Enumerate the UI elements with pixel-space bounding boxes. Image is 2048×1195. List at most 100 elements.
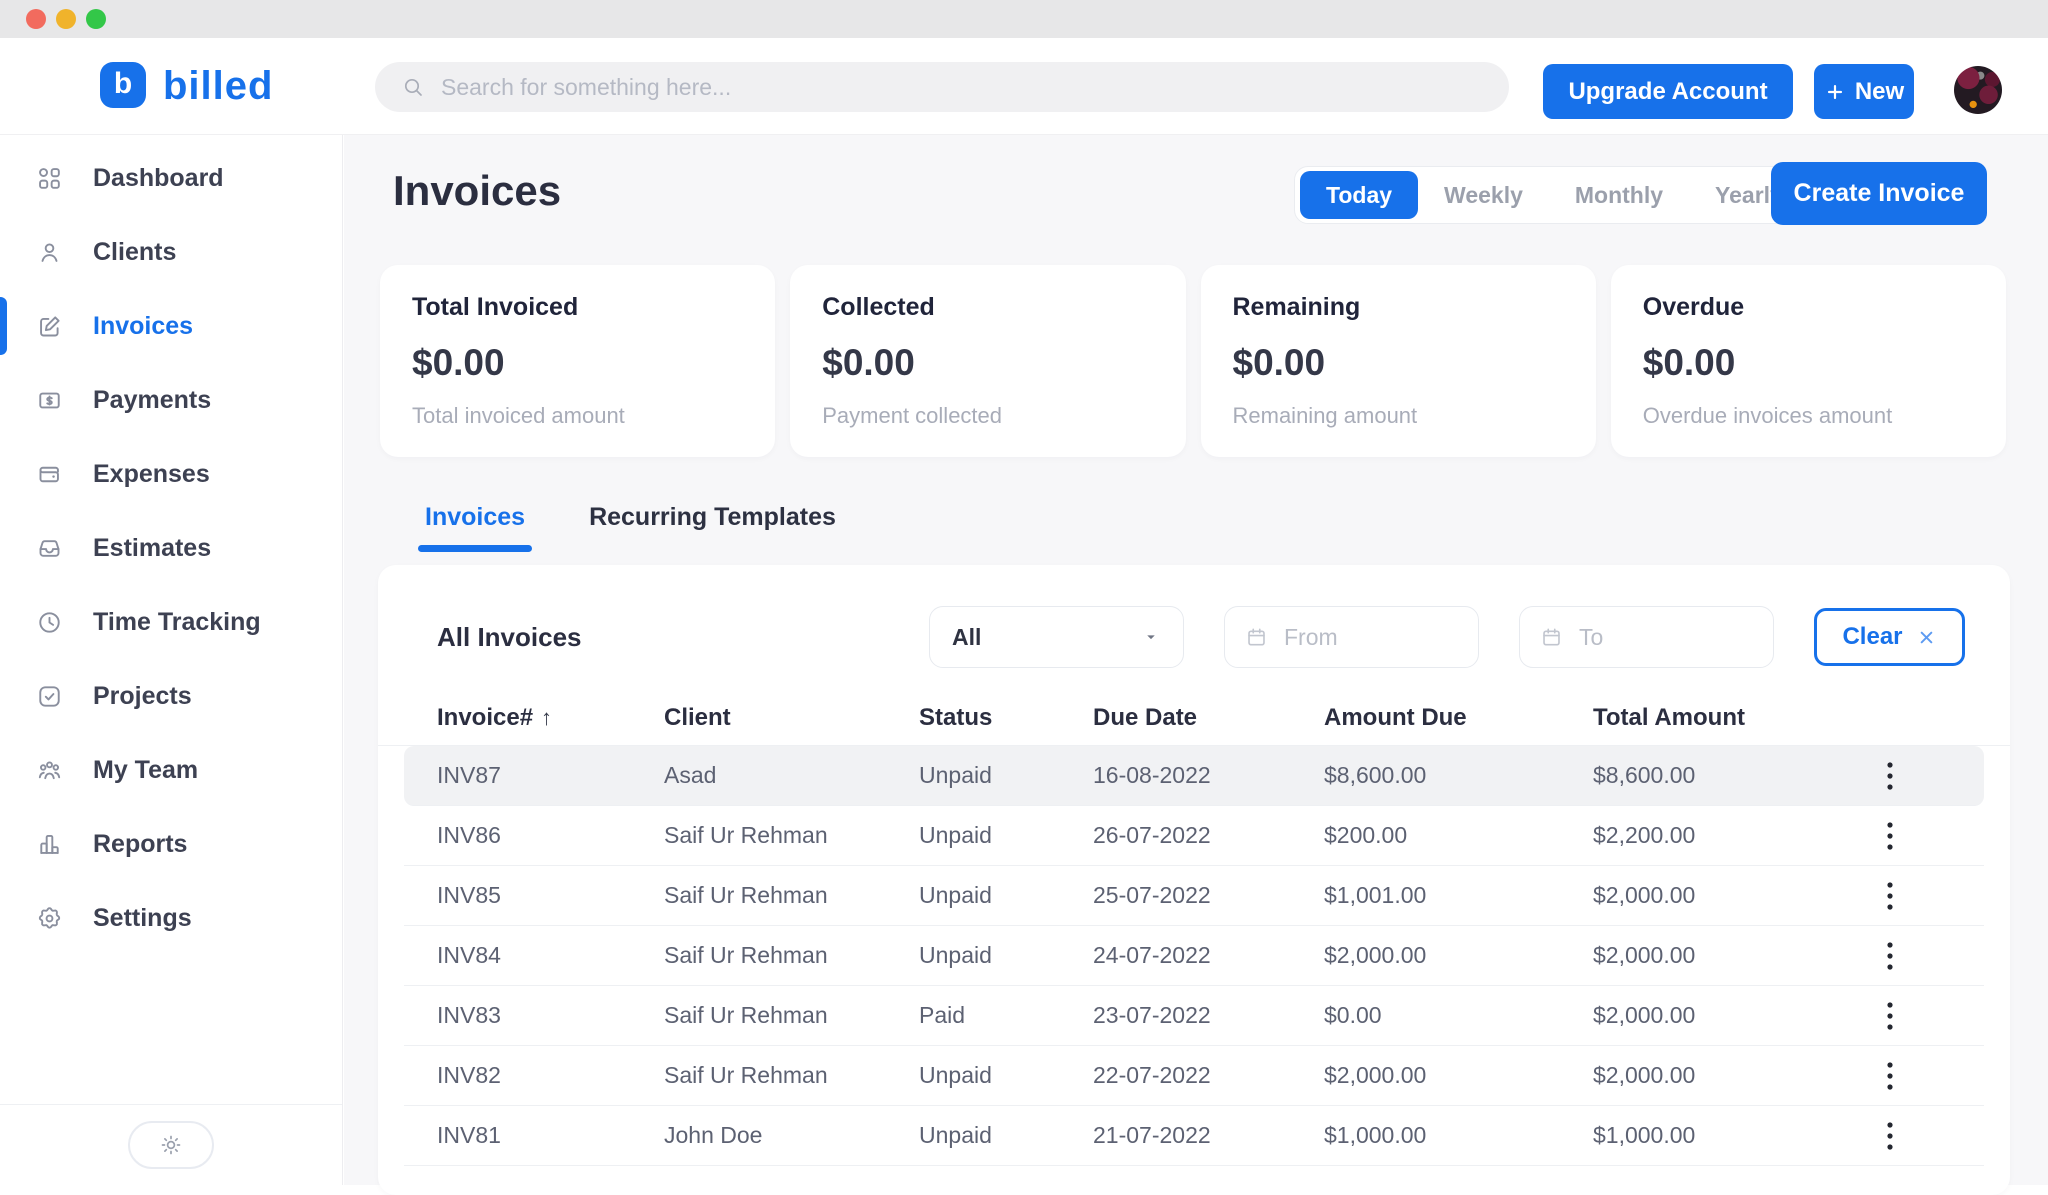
invoice-row-inv87[interactable]: INV87 Asad Unpaid 16-08-2022 $8,600.00 $… <box>404 746 1984 806</box>
invoice-row-inv86[interactable]: INV86 Saif Ur Rehman Unpaid 26-07-2022 $… <box>404 806 1984 866</box>
row-menu-button[interactable] <box>1870 1114 1910 1158</box>
user-avatar[interactable] <box>1954 66 2002 114</box>
sidebar-item-label: Payments <box>93 386 211 415</box>
tab-invoices[interactable]: Invoices <box>425 503 525 552</box>
status-filter-select[interactable]: All <box>929 606 1184 668</box>
new-button[interactable]: New <box>1814 64 1914 119</box>
invoice-row-inv84[interactable]: INV84 Saif Ur Rehman Unpaid 24-07-2022 $… <box>404 926 1984 986</box>
column-header-due-date[interactable]: Due Date <box>1093 704 1324 732</box>
stat-card-overdue: Overdue $0.00 Overdue invoices amount <box>1611 265 2006 457</box>
column-header-client[interactable]: Client <box>664 704 919 732</box>
row-menu-button[interactable] <box>1870 754 1910 798</box>
brand-wordmark: billed <box>163 64 273 109</box>
from-date-input[interactable] <box>1224 606 1479 668</box>
sidebar-item-invoices[interactable]: Invoices <box>0 289 342 363</box>
row-menu-button[interactable] <box>1870 934 1910 978</box>
sidebar-item-label: Dashboard <box>93 164 224 193</box>
cell-amount-due: $2,000.00 <box>1324 1062 1593 1089</box>
clock-icon <box>36 609 63 636</box>
app-logo[interactable]: b <box>100 62 146 108</box>
calendar-icon <box>1245 626 1268 649</box>
range-tab-weekly[interactable]: Weekly <box>1418 171 1549 219</box>
column-label: Status <box>919 704 992 731</box>
sidebar-item-dashboard[interactable]: Dashboard <box>0 141 342 215</box>
invoice-row-inv83[interactable]: INV83 Saif Ur Rehman Paid 23-07-2022 $0.… <box>404 986 1984 1046</box>
tab-label: Recurring Templates <box>589 503 836 531</box>
cell-total-amount: $2,000.00 <box>1593 1002 1815 1029</box>
cell-status: Unpaid <box>919 1122 1093 1149</box>
cell-total-amount: $1,000.00 <box>1593 1122 1815 1149</box>
cell-status: Unpaid <box>919 762 1093 789</box>
plus-icon <box>1824 81 1846 103</box>
from-date-field[interactable] <box>1284 624 1434 651</box>
kebab-icon <box>1886 1121 1894 1151</box>
sidebar-item-expenses[interactable]: Expenses <box>0 437 342 511</box>
clear-filters-button[interactable]: Clear <box>1814 608 1965 666</box>
column-header-total-amount[interactable]: Total Amount <box>1593 704 1815 732</box>
gear-icon <box>36 905 63 932</box>
column-label: Total Amount <box>1593 704 1745 731</box>
invoice-row-inv81[interactable]: INV81 John Doe Unpaid 21-07-2022 $1,000.… <box>404 1106 1984 1166</box>
range-tab-monthly[interactable]: Monthly <box>1549 171 1689 219</box>
stat-card-collected: Collected $0.00 Payment collected <box>790 265 1185 457</box>
kebab-icon <box>1886 1061 1894 1091</box>
table-body: INV87 Asad Unpaid 16-08-2022 $8,600.00 $… <box>378 746 2010 1166</box>
sidebar-item-my-team[interactable]: My Team <box>0 733 342 807</box>
cell-total-amount: $2,000.00 <box>1593 1062 1815 1089</box>
sidebar-item-clients[interactable]: Clients <box>0 215 342 289</box>
cell-amount-due: $0.00 <box>1324 1002 1593 1029</box>
sidebar-item-reports[interactable]: Reports <box>0 807 342 881</box>
range-tab-today[interactable]: Today <box>1300 171 1418 219</box>
sidebar-item-label: Projects <box>93 682 192 711</box>
column-header-amount-due[interactable]: Amount Due <box>1324 704 1593 732</box>
cell-due-date: 21-07-2022 <box>1093 1122 1324 1149</box>
cell-client: Saif Ur Rehman <box>664 882 919 909</box>
to-date-input[interactable] <box>1519 606 1774 668</box>
sidebar-item-projects[interactable]: Projects <box>0 659 342 733</box>
column-header-status[interactable]: Status <box>919 704 1093 732</box>
upgrade-account-button[interactable]: Upgrade Account <box>1543 64 1793 119</box>
stat-amount: $0.00 <box>1643 342 1974 384</box>
cell-client: Saif Ur Rehman <box>664 1062 919 1089</box>
all-invoices-heading: All Invoices <box>437 622 582 653</box>
sidebar-item-settings[interactable]: Settings <box>0 881 342 955</box>
to-date-field[interactable] <box>1579 624 1729 651</box>
column-header-invoice[interactable]: Invoice# <box>437 704 664 732</box>
cell-status: Paid <box>919 1002 1093 1029</box>
sidebar-item-time-tracking[interactable]: Time Tracking <box>0 585 342 659</box>
sidebar-item-label: Reports <box>93 830 187 859</box>
cell-invoice: INV85 <box>437 882 664 909</box>
sun-icon <box>159 1133 183 1157</box>
cell-amount-due: $1,000.00 <box>1324 1122 1593 1149</box>
create-invoice-button[interactable]: Create Invoice <box>1771 162 1987 225</box>
cell-due-date: 25-07-2022 <box>1093 882 1324 909</box>
row-menu-button[interactable] <box>1870 994 1910 1038</box>
theme-toggle[interactable] <box>128 1121 214 1169</box>
row-menu-button[interactable] <box>1870 874 1910 918</box>
search-bar[interactable] <box>375 62 1509 112</box>
row-menu-button[interactable] <box>1870 1054 1910 1098</box>
traffic-light-zoom[interactable] <box>86 9 106 29</box>
filter-controls: All Clear <box>929 606 1965 668</box>
search-input[interactable] <box>441 74 1483 101</box>
traffic-light-minimize[interactable] <box>56 9 76 29</box>
cell-client: Saif Ur Rehman <box>664 942 919 969</box>
tab-recurring-templates[interactable]: Recurring Templates <box>589 503 836 552</box>
cell-amount-due: $200.00 <box>1324 822 1593 849</box>
column-label: Invoice# <box>437 704 533 731</box>
sidebar-item-estimates[interactable]: Estimates <box>0 511 342 585</box>
traffic-light-close[interactable] <box>26 9 46 29</box>
row-menu-button[interactable] <box>1870 814 1910 858</box>
clear-label: Clear <box>1842 623 1902 651</box>
sidebar-item-payments[interactable]: Payments <box>0 363 342 437</box>
bar-chart-icon <box>36 831 63 858</box>
app-header: b billed Upgrade Account New <box>0 38 2048 135</box>
cell-invoice: INV87 <box>437 762 664 789</box>
logo-letter: b <box>114 69 132 99</box>
filters-row: All Invoices All Clear <box>437 606 1965 668</box>
section-tabs: Invoices Recurring Templates <box>425 503 836 552</box>
cell-amount-due: $1,001.00 <box>1324 882 1593 909</box>
invoice-row-inv82[interactable]: INV82 Saif Ur Rehman Unpaid 22-07-2022 $… <box>404 1046 1984 1106</box>
stat-caption: Total invoiced amount <box>412 403 743 429</box>
invoice-row-inv85[interactable]: INV85 Saif Ur Rehman Unpaid 25-07-2022 $… <box>404 866 1984 926</box>
